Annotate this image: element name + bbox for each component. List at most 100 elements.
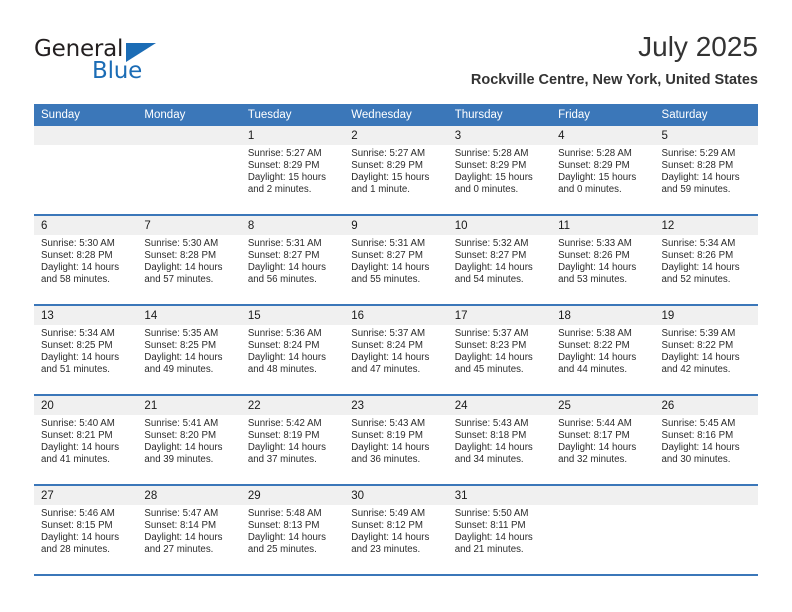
day-number: 31 — [454, 490, 468, 502]
day-number-band: 17 — [447, 306, 552, 325]
day-details: Sunrise: 5:28 AM Sunset: 8:29 PM Dayligh… — [551, 145, 654, 196]
sunrise-text: Sunrise: 5:41 AM — [144, 418, 219, 429]
sunrise-text: Sunrise: 5:30 AM — [144, 238, 219, 249]
day-number-band: 3 — [447, 126, 552, 145]
daylight-text-line1: Daylight: 14 hours — [454, 442, 533, 454]
day-number-band: 22 — [240, 396, 345, 415]
daylight-text-line1: Daylight: 14 hours — [144, 442, 223, 454]
sunrise-text: Sunrise: 5:40 AM — [41, 418, 115, 429]
daylight-text-line2: and 27 minutes. — [144, 544, 214, 556]
day-cell[interactable]: 12 Sunrise: 5:34 AM Sunset: 8:26 PM Dayl… — [654, 216, 758, 304]
day-cell[interactable]: 3 Sunrise: 5:28 AM Sunset: 8:29 PM Dayli… — [447, 126, 552, 214]
day-details: Sunrise: 5:47 AM Sunset: 8:14 PM Dayligh… — [137, 505, 240, 556]
daylight-text-line1: Daylight: 14 hours — [41, 532, 120, 544]
day-number-band: 10 — [447, 216, 552, 235]
daylight-text-line1: Daylight: 14 hours — [454, 532, 533, 544]
daylight-text-line2: and 52 minutes. — [661, 274, 731, 286]
day-details: Sunrise: 5:34 AM Sunset: 8:26 PM Dayligh… — [655, 235, 758, 286]
day-details: Sunrise: 5:33 AM Sunset: 8:26 PM Dayligh… — [551, 235, 654, 286]
day-cell[interactable]: 25 Sunrise: 5:44 AM Sunset: 8:17 PM Dayl… — [551, 396, 655, 484]
daylight-text-line1: Daylight: 14 hours — [41, 352, 120, 364]
daylight-text-line1: Daylight: 14 hours — [144, 532, 223, 544]
day-cell[interactable]: 8 Sunrise: 5:31 AM Sunset: 8:27 PM Dayli… — [240, 216, 345, 304]
day-number: 2 — [351, 130, 358, 142]
sunset-text: Sunset: 8:18 PM — [454, 430, 527, 442]
day-cell[interactable]: 10 Sunrise: 5:32 AM Sunset: 8:27 PM Dayl… — [447, 216, 552, 304]
day-cell — [34, 126, 138, 214]
day-cell[interactable]: 19 Sunrise: 5:39 AM Sunset: 8:22 PM Dayl… — [654, 306, 758, 394]
day-cell[interactable]: 7 Sunrise: 5:30 AM Sunset: 8:28 PM Dayli… — [137, 216, 241, 304]
day-cell[interactable]: 9 Sunrise: 5:31 AM Sunset: 8:27 PM Dayli… — [344, 216, 448, 304]
sunset-text: Sunset: 8:25 PM — [144, 340, 217, 352]
daylight-text-line1: Daylight: 14 hours — [41, 442, 120, 454]
day-cell[interactable]: 2 Sunrise: 5:27 AM Sunset: 8:29 PM Dayli… — [344, 126, 448, 214]
daylight-text-line2: and 1 minute. — [351, 184, 410, 196]
sunset-text: Sunset: 8:14 PM — [144, 520, 217, 532]
day-cell[interactable]: 6 Sunrise: 5:30 AM Sunset: 8:28 PM Dayli… — [34, 216, 138, 304]
day-number-band: 28 — [137, 486, 241, 505]
page-header: General Blue July 2025 Rockville Centre,… — [34, 30, 758, 98]
day-details: Sunrise: 5:44 AM Sunset: 8:17 PM Dayligh… — [551, 415, 654, 466]
day-cell[interactable]: 15 Sunrise: 5:36 AM Sunset: 8:24 PM Dayl… — [240, 306, 345, 394]
day-cell[interactable]: 27 Sunrise: 5:46 AM Sunset: 8:15 PM Dayl… — [34, 486, 138, 574]
weekday-header-wednesday: Wednesday — [351, 109, 412, 121]
day-cell[interactable]: 24 Sunrise: 5:43 AM Sunset: 8:18 PM Dayl… — [447, 396, 552, 484]
day-number-band: 4 — [551, 126, 655, 145]
day-number: 21 — [144, 400, 158, 412]
day-number: 22 — [247, 400, 261, 412]
day-cell[interactable]: 5 Sunrise: 5:29 AM Sunset: 8:28 PM Dayli… — [654, 126, 758, 214]
daylight-text-line1: Daylight: 15 hours — [351, 172, 430, 184]
daylight-text-line2: and 21 minutes. — [454, 544, 524, 556]
sunrise-text: Sunrise: 5:39 AM — [661, 328, 736, 339]
day-details: Sunrise: 5:50 AM Sunset: 8:11 PM Dayligh… — [448, 505, 551, 556]
day-number-band: 30 — [344, 486, 448, 505]
day-number: 10 — [454, 220, 468, 232]
day-number-band — [654, 486, 758, 505]
daylight-text-line1: Daylight: 14 hours — [351, 262, 430, 274]
day-number: 18 — [558, 310, 571, 322]
day-cell[interactable]: 20 Sunrise: 5:40 AM Sunset: 8:21 PM Dayl… — [34, 396, 138, 484]
sunset-text: Sunset: 8:22 PM — [661, 340, 734, 352]
day-cell[interactable]: 17 Sunrise: 5:37 AM Sunset: 8:23 PM Dayl… — [447, 306, 552, 394]
day-number-band: 26 — [654, 396, 758, 415]
day-number-band: 7 — [137, 216, 241, 235]
day-cell[interactable]: 28 Sunrise: 5:47 AM Sunset: 8:14 PM Dayl… — [137, 486, 241, 574]
day-number-band: 21 — [137, 396, 241, 415]
day-number: 26 — [661, 400, 675, 412]
day-details — [137, 145, 240, 148]
day-cell[interactable]: 23 Sunrise: 5:43 AM Sunset: 8:19 PM Dayl… — [344, 396, 448, 484]
sunrise-text: Sunrise: 5:31 AM — [351, 238, 426, 249]
day-cell[interactable]: 26 Sunrise: 5:45 AM Sunset: 8:16 PM Dayl… — [654, 396, 758, 484]
sunrise-text: Sunrise: 5:46 AM — [41, 508, 115, 519]
day-number-band: 27 — [34, 486, 138, 505]
day-cell[interactable]: 13 Sunrise: 5:34 AM Sunset: 8:25 PM Dayl… — [34, 306, 138, 394]
sunset-text: Sunset: 8:12 PM — [351, 520, 423, 532]
day-cell[interactable]: 18 Sunrise: 5:38 AM Sunset: 8:22 PM Dayl… — [551, 306, 655, 394]
day-cell[interactable]: 16 Sunrise: 5:37 AM Sunset: 8:24 PM Dayl… — [344, 306, 448, 394]
day-cell[interactable]: 11 Sunrise: 5:33 AM Sunset: 8:26 PM Dayl… — [551, 216, 655, 304]
day-details: Sunrise: 5:38 AM Sunset: 8:22 PM Dayligh… — [551, 325, 654, 376]
day-cell[interactable]: 22 Sunrise: 5:42 AM Sunset: 8:19 PM Dayl… — [240, 396, 345, 484]
sunrise-text: Sunrise: 5:34 AM — [661, 238, 736, 249]
daylight-text-line1: Daylight: 14 hours — [558, 262, 637, 274]
sunset-text: Sunset: 8:25 PM — [41, 340, 113, 352]
day-cell[interactable]: 4 Sunrise: 5:28 AM Sunset: 8:29 PM Dayli… — [551, 126, 655, 214]
sunrise-text: Sunrise: 5:37 AM — [454, 328, 529, 339]
sunset-text: Sunset: 8:21 PM — [41, 430, 113, 442]
sunrise-text: Sunrise: 5:48 AM — [247, 508, 322, 519]
day-cell[interactable]: 14 Sunrise: 5:35 AM Sunset: 8:25 PM Dayl… — [137, 306, 241, 394]
day-cell[interactable]: 31 Sunrise: 5:50 AM Sunset: 8:11 PM Dayl… — [447, 486, 552, 574]
day-cell[interactable]: 30 Sunrise: 5:49 AM Sunset: 8:12 PM Dayl… — [344, 486, 448, 574]
day-details: Sunrise: 5:43 AM Sunset: 8:18 PM Dayligh… — [448, 415, 551, 466]
daylight-text-line2: and 25 minutes. — [247, 544, 317, 556]
day-details: Sunrise: 5:46 AM Sunset: 8:15 PM Dayligh… — [34, 505, 137, 556]
day-details: Sunrise: 5:39 AM Sunset: 8:22 PM Dayligh… — [655, 325, 758, 376]
general-blue-logo[interactable]: General Blue — [34, 36, 234, 92]
daylight-text-line1: Daylight: 14 hours — [351, 442, 430, 454]
day-number: 13 — [41, 310, 54, 322]
day-cell[interactable]: 29 Sunrise: 5:48 AM Sunset: 8:13 PM Dayl… — [240, 486, 345, 574]
sunrise-text: Sunrise: 5:36 AM — [247, 328, 322, 339]
day-number: 12 — [661, 220, 675, 232]
day-cell[interactable]: 1 Sunrise: 5:27 AM Sunset: 8:29 PM Dayli… — [240, 126, 345, 214]
day-cell[interactable]: 21 Sunrise: 5:41 AM Sunset: 8:20 PM Dayl… — [137, 396, 241, 484]
